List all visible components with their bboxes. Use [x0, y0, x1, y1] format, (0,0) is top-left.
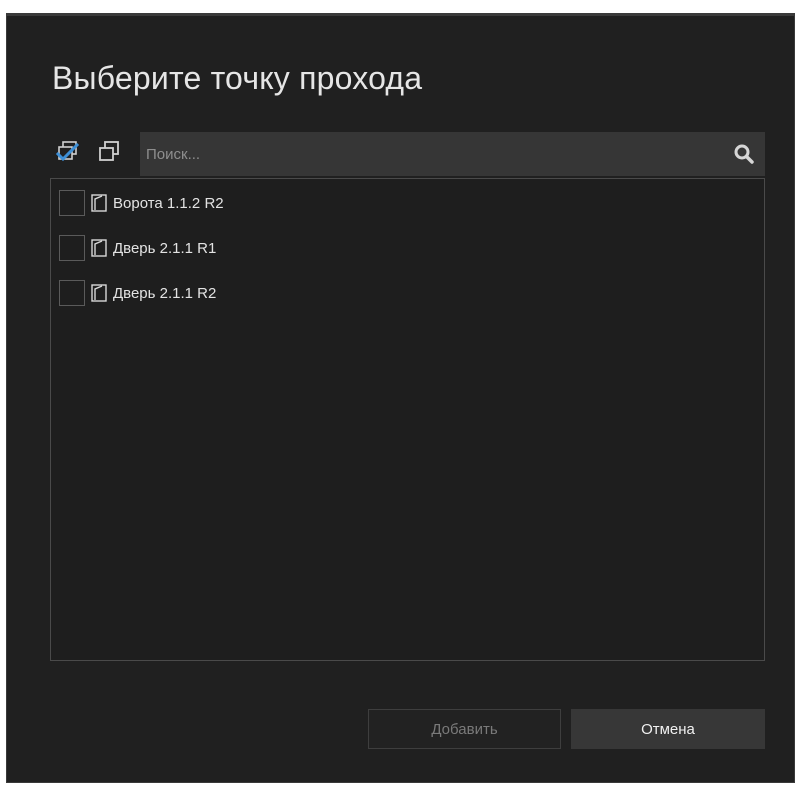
select-passage-point-dialog: Выберите точку прохода Поиск... Ворота 1…	[6, 13, 795, 783]
search-input[interactable]	[140, 132, 720, 176]
door-icon	[91, 194, 107, 212]
list-item-label: Дверь 2.1.1 R1	[113, 239, 217, 257]
passage-point-list[interactable]: Ворота 1.1.2 R2 Дверь 2.1.1 R1 Дверь 2.1…	[50, 178, 765, 661]
list-item-checkbox[interactable]	[59, 235, 85, 261]
search-icon[interactable]	[733, 143, 755, 165]
dialog-title: Выберите точку прохода	[52, 60, 423, 96]
uncheck-all-button[interactable]	[96, 138, 122, 164]
search-box	[140, 132, 765, 176]
list-item[interactable]: Дверь 2.1.1 R1	[59, 233, 216, 263]
list-toolbar	[52, 132, 765, 176]
uncheck-all-icon	[99, 141, 119, 161]
door-icon	[91, 284, 107, 302]
list-item[interactable]: Ворота 1.1.2 R2	[59, 188, 224, 218]
cancel-button[interactable]: Отмена	[571, 709, 765, 749]
check-all-button[interactable]	[55, 138, 81, 164]
list-item-checkbox[interactable]	[59, 280, 85, 306]
list-item-label: Дверь 2.1.1 R2	[113, 284, 217, 302]
add-button[interactable]: Добавить	[368, 709, 561, 749]
list-item-checkbox[interactable]	[59, 190, 85, 216]
door-icon	[91, 239, 107, 257]
list-item[interactable]: Дверь 2.1.1 R2	[59, 278, 216, 308]
check-all-icon	[56, 141, 80, 162]
list-item-label: Ворота 1.1.2 R2	[113, 194, 224, 212]
